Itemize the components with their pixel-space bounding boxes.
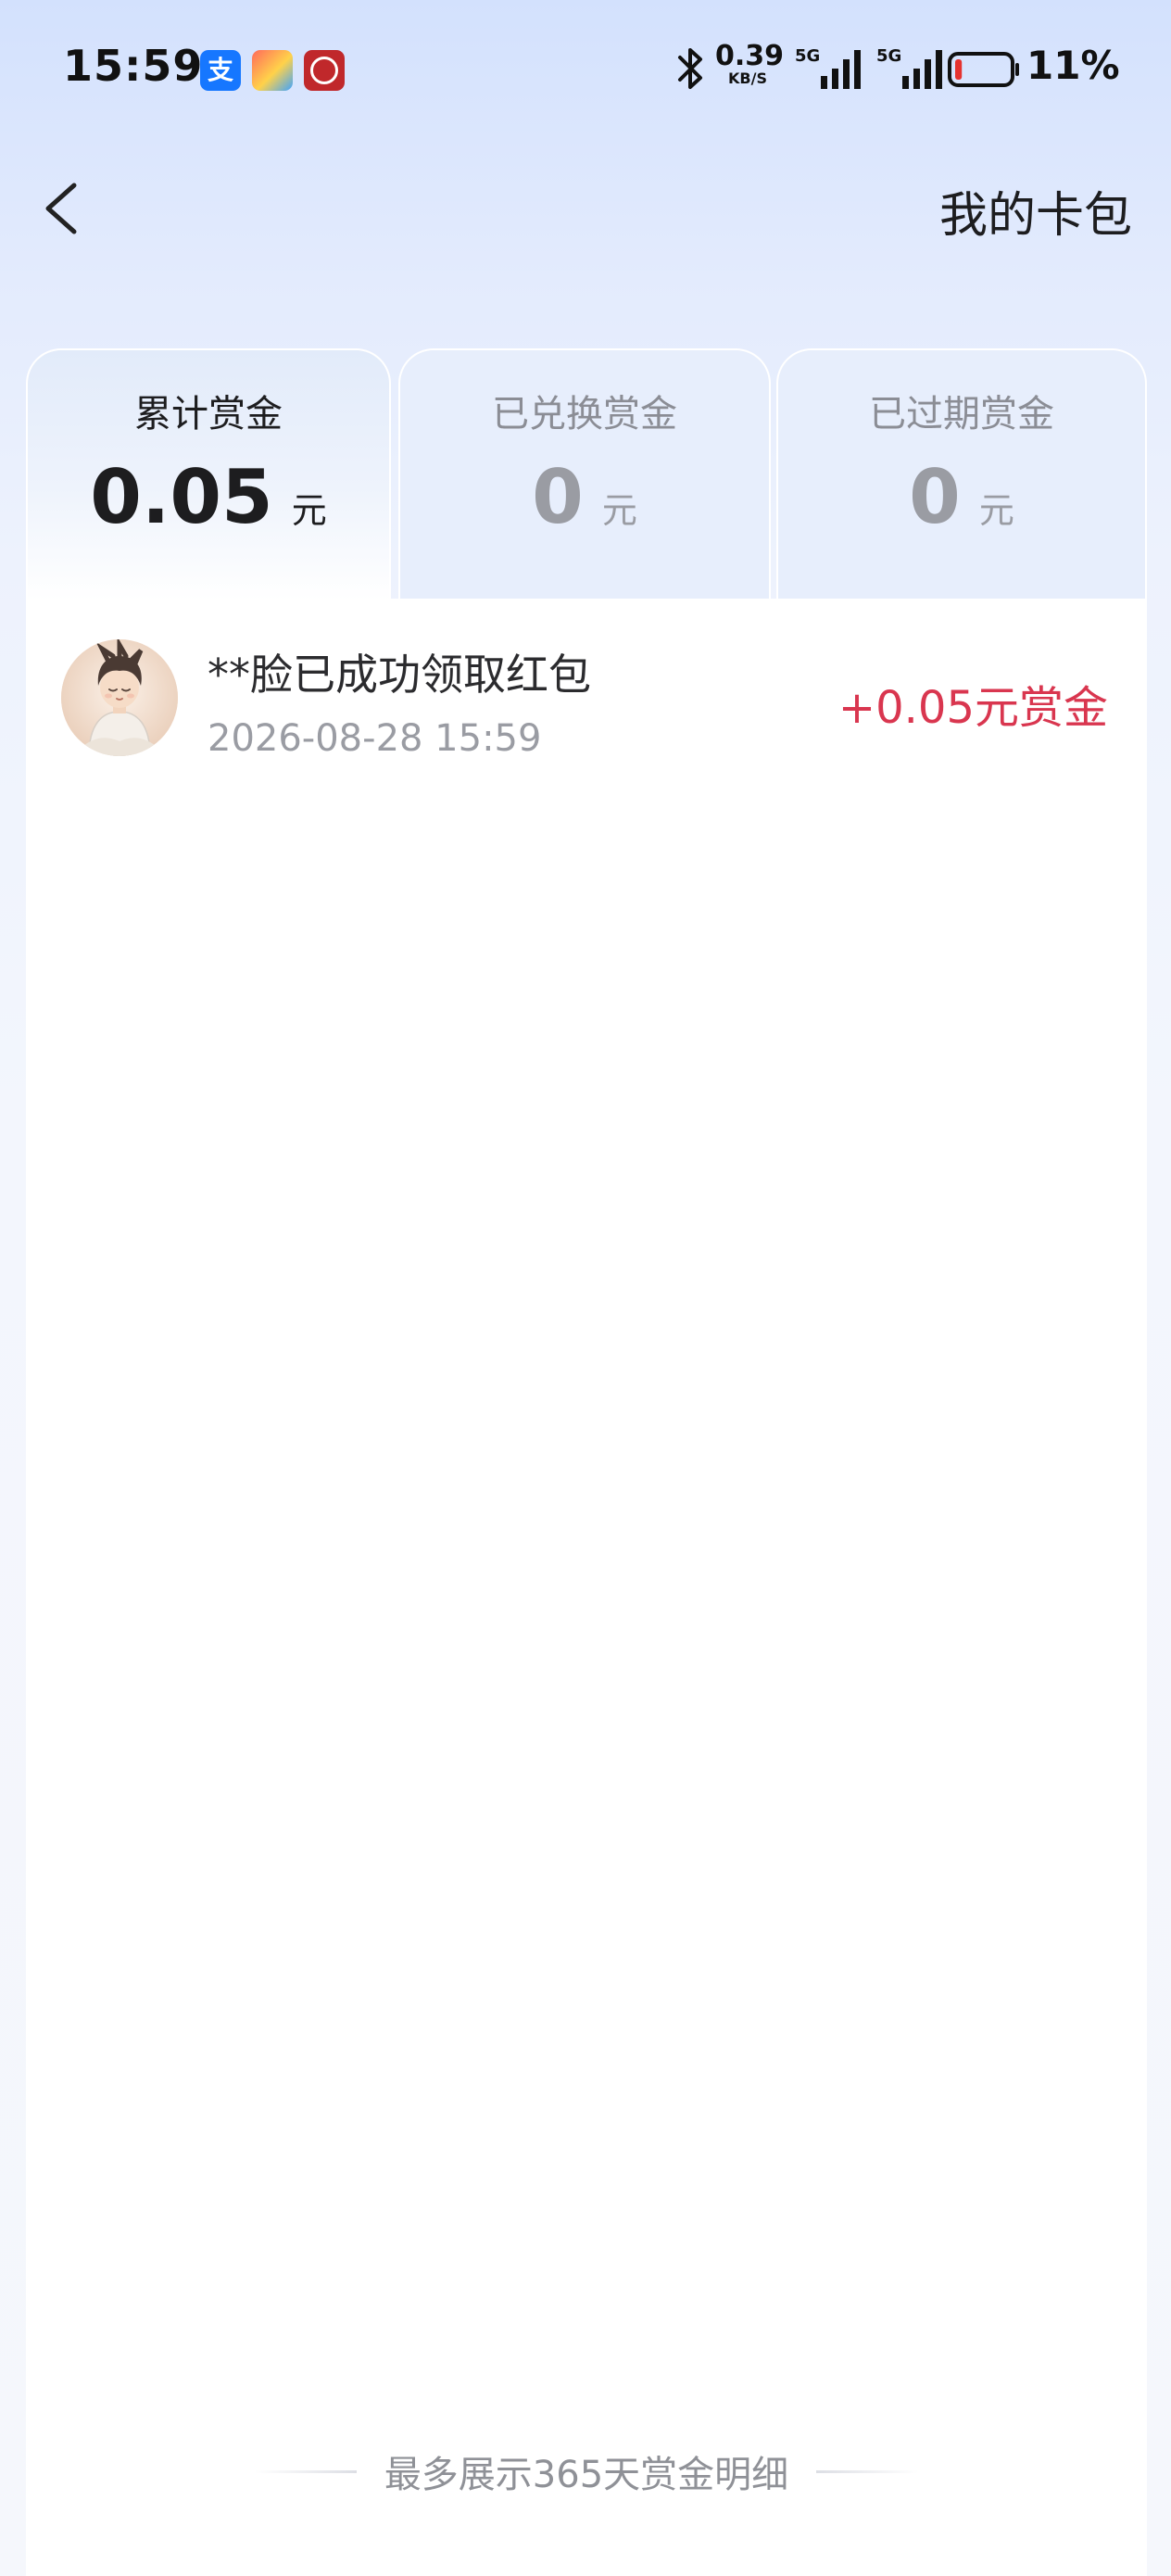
tab-unit: 元 [601, 490, 637, 531]
network-speed-value: 0.39 [715, 40, 785, 72]
record-time: 2026-08-28 15:59 [208, 717, 542, 760]
tab-value: 0 [909, 454, 961, 540]
battery-level-fill [955, 59, 963, 80]
avatar-image [61, 639, 178, 756]
tab-value: 0 [532, 454, 584, 540]
avatar [61, 639, 178, 756]
tab-exchanged-bounty[interactable]: 已兑换赏金 0元 [398, 348, 771, 600]
tab-total-bounty[interactable]: 累计赏金 0.05 元 [26, 348, 391, 600]
footer-divider-right [816, 2469, 919, 2473]
network-speed: 0.39 KB/S [715, 40, 785, 107]
tab-expired-bounty[interactable]: 已过期赏金 0元 [776, 348, 1147, 600]
signal-5g-label-2: 5G [876, 46, 901, 66]
game-app-icon [252, 50, 293, 91]
tab-unit: 元 [978, 490, 1014, 531]
record-amount: +0.05元赏金 [837, 682, 1108, 734]
tab-value-row: 0元 [778, 454, 1145, 540]
list-item[interactable]: **脸已成功领取红包 2026-08-28 15:59 +0.05元赏金 [26, 639, 1147, 778]
bluetooth-icon [678, 48, 702, 89]
battery-icon [948, 52, 1019, 87]
tab-value: 0.05 [90, 454, 273, 540]
page-title[interactable]: 我的卡包 [939, 176, 1132, 246]
chevron-left-icon [45, 183, 77, 234]
status-time: 15:59 [63, 41, 204, 91]
tab-unit: 元 [291, 490, 327, 531]
bank-app-icon [304, 50, 345, 91]
battery-percent: 11% [1026, 43, 1120, 88]
tab-value-row: 0.05 元 [28, 454, 389, 540]
footer-note-text: 最多展示365天赏金明细 [384, 2454, 789, 2496]
tab-label: 累计赏金 [134, 393, 283, 436]
back-button[interactable] [37, 167, 93, 250]
tab-value-row: 0元 [400, 454, 769, 540]
signal-5g-icon-2: 5G [876, 46, 942, 89]
record-title: **脸已成功领取红包 [208, 650, 591, 700]
signal-5g-icon: 5G [795, 46, 861, 89]
network-speed-unit: KB/S [728, 69, 767, 87]
bounty-record-list[interactable]: **脸已成功领取红包 2026-08-28 15:59 +0.05元赏金 最多展… [26, 599, 1147, 2576]
tab-label: 已过期赏金 [869, 393, 1054, 436]
footer-divider-left [254, 2469, 357, 2473]
alipay-icon: 支 [200, 50, 241, 91]
status-bar: 15:59 支 0.39 KB/S 5G 5G 11% [0, 0, 1171, 139]
tab-label: 已兑换赏金 [492, 393, 677, 436]
footer-note: 最多展示365天赏金明细 [26, 2444, 1147, 2500]
signal-5g-label: 5G [795, 46, 820, 66]
